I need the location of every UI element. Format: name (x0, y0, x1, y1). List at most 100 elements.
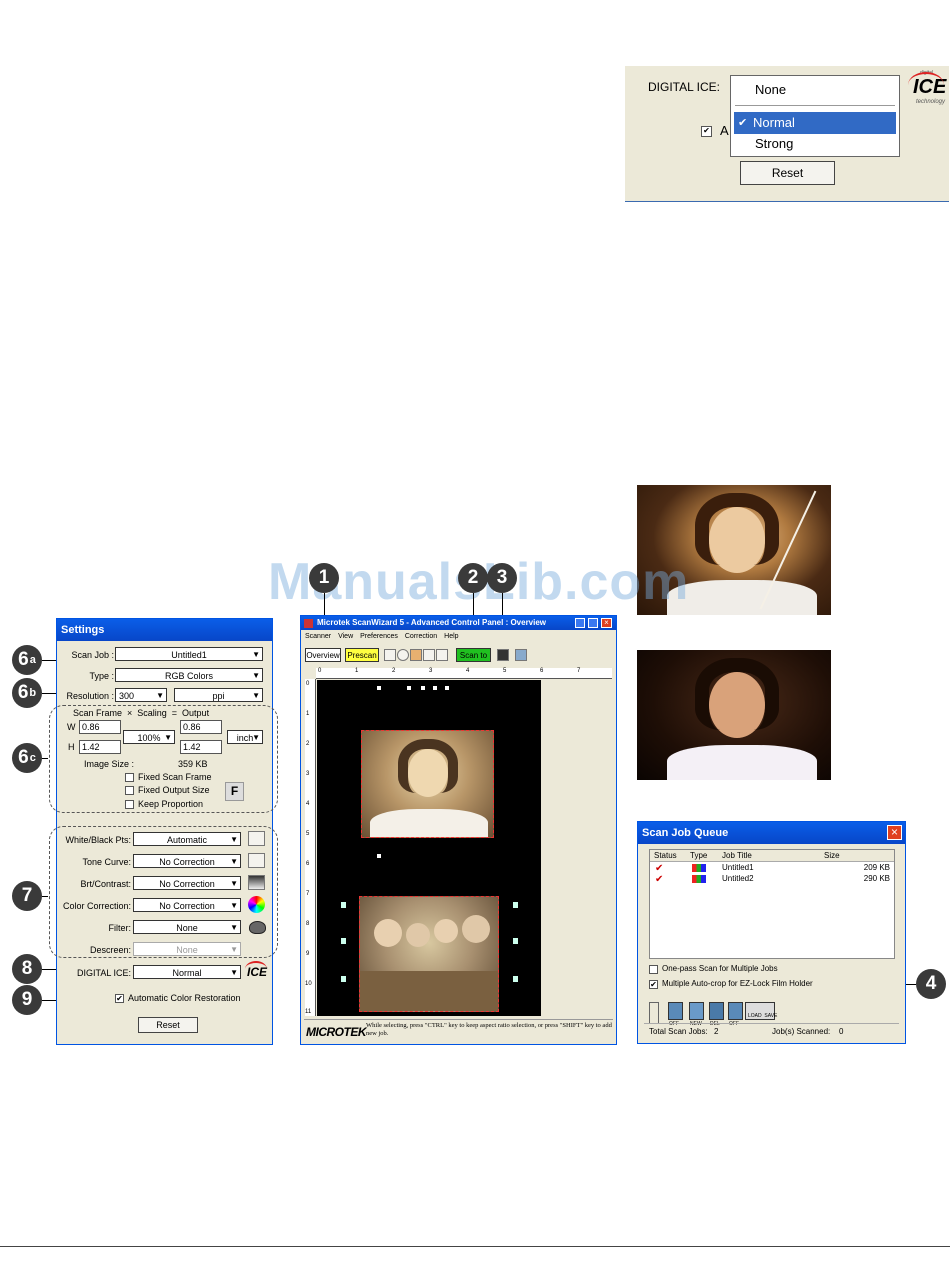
ruler-label: 10 (305, 981, 312, 987)
filter-select[interactable]: None ▼ (133, 920, 241, 934)
contrast-icon[interactable] (248, 875, 265, 890)
digital-ice-select[interactable]: Normal ▼ (133, 965, 241, 979)
tone-curve-value: No Correction (159, 857, 215, 867)
filter-label: Filter: (108, 923, 132, 933)
preview-photo-1[interactable] (361, 730, 494, 838)
chevron-down-icon: ▼ (156, 691, 164, 700)
settings-reset-button[interactable]: Reset (138, 1017, 198, 1033)
ice-option-none[interactable]: None (755, 82, 786, 97)
restoration-checkbox[interactable]: ✔ (701, 126, 712, 137)
queue-btn-1[interactable]: OFF (668, 1002, 683, 1027)
color-correction-select[interactable]: No Correction ▼ (133, 898, 241, 912)
resolution-unit-select[interactable]: ppi ▼ (174, 688, 263, 702)
unit-select[interactable]: inch ▼ (227, 730, 263, 744)
photo-hair (695, 658, 779, 730)
ice-option-strong[interactable]: Strong (755, 136, 793, 151)
digital-ice-label: DIGITAL ICE: (76, 968, 131, 978)
row-title: Untitled2 (722, 874, 754, 883)
queue-btn-3[interactable]: DEL (709, 1002, 724, 1027)
tone-curve-select[interactable]: No Correction ▼ (133, 854, 241, 868)
output-width-input[interactable]: 0.86 (180, 720, 222, 734)
photo-shirt (370, 809, 488, 837)
ice-label: DIGITAL ICE: (648, 80, 721, 94)
queue-icon[interactable] (515, 649, 527, 661)
histogram-icon[interactable] (248, 831, 265, 846)
output-height-input[interactable]: 1.42 (180, 740, 222, 754)
eyedropper-icon[interactable] (423, 649, 435, 661)
acr-checkbox[interactable]: ✔ (115, 994, 124, 1003)
updown-icon[interactable] (649, 1002, 659, 1024)
badge-8: 8 (12, 954, 42, 984)
table-row[interactable]: ✔ Untitled2 290 KB (650, 874, 894, 885)
header-size[interactable]: Size (824, 851, 840, 860)
hand-icon[interactable] (410, 649, 422, 661)
scaling-value: 100% (137, 733, 161, 743)
prescan-button[interactable]: Prescan (345, 648, 379, 662)
header-type[interactable]: Type (690, 851, 707, 860)
ice-popup-panel: DIGITAL ICE: None ✔ Normal Strong digita… (625, 66, 949, 202)
menu-correction[interactable]: Correction (405, 633, 437, 640)
ice-option-normal[interactable]: ✔ Normal (734, 112, 896, 134)
photo-hair (398, 739, 458, 793)
tone-curve-label: Tone Curve: (82, 857, 131, 867)
zoom-icon[interactable] (397, 649, 409, 661)
ruler-label: 0 (318, 668, 322, 674)
close-icon[interactable]: × (887, 825, 902, 840)
scanwizard-titlebar: Microtek ScanWizard 5 - Advanced Control… (301, 616, 616, 630)
header-status[interactable]: Status (654, 851, 677, 860)
queue-btn-label: OFF (729, 1021, 739, 1027)
menu-preferences[interactable]: Preferences (360, 633, 398, 640)
resolution-select[interactable]: 300 ▼ (115, 688, 167, 702)
ice-dropdown-list[interactable]: None ✔ Normal Strong (730, 75, 900, 157)
onepass-checkbox[interactable] (649, 965, 658, 974)
menu-view[interactable]: View (338, 633, 353, 640)
descreen-select[interactable]: None ▼ (133, 942, 241, 956)
overview-button[interactable]: Overview (305, 648, 341, 662)
brt-contrast-select[interactable]: No Correction ▼ (133, 876, 241, 890)
frame-height-input[interactable]: 1.42 (79, 740, 121, 754)
maximize-icon[interactable] (588, 618, 598, 628)
photo-table (360, 971, 498, 1011)
white-black-select[interactable]: Automatic ▼ (133, 832, 241, 846)
image-size-value: 359 KB (178, 759, 208, 769)
reset-button[interactable]: Reset (740, 161, 835, 185)
curve-icon[interactable] (248, 853, 265, 868)
queue-btn-4[interactable]: OFF (728, 1002, 743, 1027)
preview-photo-2[interactable] (359, 896, 499, 1012)
fixed-output-size-checkbox[interactable] (125, 786, 134, 795)
multi-autocrop-checkbox[interactable]: ✔ (649, 980, 658, 989)
badge-6c: 6c (12, 743, 42, 773)
load-save-button[interactable]: LOAD SAVE (745, 1002, 777, 1020)
fixed-scan-frame-checkbox[interactable] (125, 773, 134, 782)
ruler-label: 6 (306, 861, 310, 867)
menu-scanner[interactable]: Scanner (305, 633, 331, 640)
scan-preview-area[interactable] (317, 680, 541, 1016)
chevron-down-icon: ▼ (164, 733, 172, 742)
scan-to-button[interactable]: Scan to (456, 648, 491, 662)
eyedropper-icon-2[interactable] (436, 649, 448, 661)
keep-proportion-checkbox[interactable] (125, 800, 134, 809)
ice-logo-sub: technology (916, 99, 946, 105)
resolution-label: Resolution : (66, 691, 114, 701)
ruler-label: 6 (540, 668, 544, 674)
check-icon: ✔ (738, 117, 748, 129)
film-hole (341, 902, 346, 908)
header-title[interactable]: Job Title (722, 851, 752, 860)
frame-width-input[interactable]: 0.86 (79, 720, 121, 734)
minimize-icon[interactable] (575, 618, 585, 628)
settings-panel: Settings Scan Job : Untitled1 ▼ Type : RG… (49, 618, 278, 1045)
filter-icon[interactable] (249, 921, 266, 934)
color-correction-value: No Correction (159, 901, 215, 911)
select-icon[interactable] (384, 649, 396, 661)
check-icon: ✔ (703, 126, 710, 135)
table-row[interactable]: ✔ Untitled1 209 KB (650, 863, 894, 874)
type-select[interactable]: RGB Colors ▼ (115, 668, 263, 682)
scaling-select[interactable]: 100% ▼ (123, 730, 175, 744)
camera-icon[interactable] (497, 649, 509, 661)
menu-help[interactable]: Help (444, 633, 458, 640)
scan-job-select[interactable]: Untitled1 ▼ (115, 647, 263, 661)
chevron-down-icon: ▼ (230, 945, 238, 954)
queue-btn-2[interactable]: NEW (689, 1002, 704, 1027)
color-wheel-icon[interactable] (248, 896, 265, 913)
close-icon[interactable]: × (601, 618, 612, 628)
